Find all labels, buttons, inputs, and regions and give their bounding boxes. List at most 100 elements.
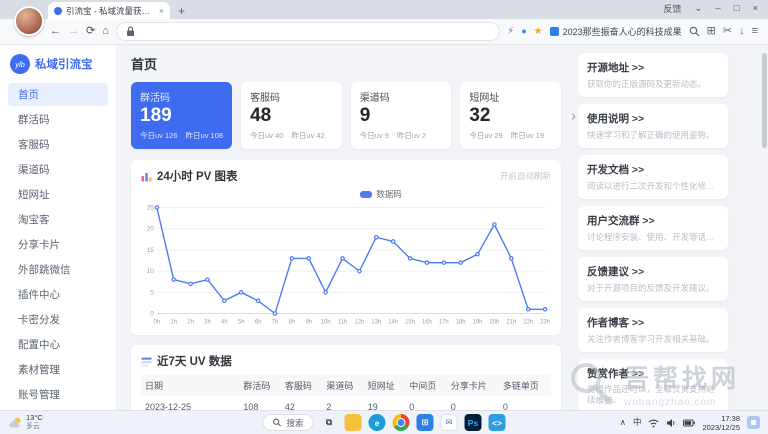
quick-link-card-2[interactable]: 开发文档 >> 阅读以进行二次开发和个性化修改。 <box>578 155 728 199</box>
pv-data-point <box>154 205 160 210</box>
tab-title: 引流宝 - 私域流量获取与维护... <box>66 5 155 16</box>
pv-data-point <box>306 256 312 261</box>
store-icon[interactable]: ⊞ <box>416 414 434 431</box>
chevron-down-icon[interactable]: ⌄ <box>694 4 702 14</box>
quick-links-panel: 开源地址 >> 获取你的正版源码及更新动态。 使用说明 >> 快速学习和了解正确的使用… <box>578 53 728 410</box>
photoshop-icon[interactable]: Ps <box>464 414 482 431</box>
chart-legend[interactable]: 数据码 <box>211 188 551 200</box>
quick-link-card-4[interactable]: 反馈建议 >> 对于开源项目的反馈及开发建议。 <box>578 257 728 301</box>
sidebar-item-5[interactable]: 淘宝客 <box>8 208 108 231</box>
stat-card-1[interactable]: 客服码 48 今日uv 40 昨日uv 42 <box>241 82 342 149</box>
quick-link-desc: 快速学习和了解正确的使用姿势。 <box>587 130 715 140</box>
edge-icon[interactable]: e <box>368 414 386 431</box>
pv-data-point <box>222 298 227 304</box>
back-icon[interactable]: ← <box>50 26 61 37</box>
clock[interactable]: 17:38 2023/12/25 <box>702 414 740 432</box>
uv-table: 日期 群活码 客服码 渠道码 短网址 中间页 分享卡片 多链单页 2023-12-25 108 4… <box>141 375 551 410</box>
star-extension-icon[interactable]: ★ <box>534 26 543 37</box>
page-scrollbar[interactable] <box>760 45 768 410</box>
sidebar-item-7[interactable]: 外部跳微信 <box>8 258 108 281</box>
menu-icon[interactable]: ≡ <box>752 26 758 37</box>
sidebar-item-12[interactable]: 账号管理 <box>8 383 108 406</box>
profile-avatar[interactable] <box>14 6 44 36</box>
stat-value: 9 <box>359 105 371 126</box>
battery-icon[interactable] <box>683 419 696 427</box>
pv-chart-svg: 0 5 10 15 20 25 0h 1h 2h 3h 4h 5h 6h 7h 8h 9h 10h 11h 12h 1… <box>147 205 550 326</box>
downloads-icon[interactable]: ↓ <box>739 26 745 37</box>
x-tick-label: 7h <box>272 319 279 325</box>
refresh-icon[interactable]: ⟳ <box>86 26 95 37</box>
quick-link-card-1[interactable]: 使用说明 >> 快速学习和了解正确的使用姿势。 <box>578 104 728 148</box>
weather-text: 13°C 多云 <box>26 414 43 431</box>
quick-link-desc: 阅读以进行二次开发和个性化修改。 <box>587 181 719 191</box>
quick-link-desc: 觉得作品还可以，全靠赞赏支持继续维护。 <box>587 384 715 406</box>
quick-link-card-3[interactable]: 用户交流群 >> 讨论程序安装、使用、开发等话题。 <box>578 206 728 250</box>
uv-cell: 42 <box>280 396 323 410</box>
sidebar-item-9[interactable]: 卡密分发 <box>8 308 108 331</box>
quick-link-card-5[interactable]: 作者博客 >> 关注作者博客学习开发相关基础。 <box>578 308 728 352</box>
window-close-button[interactable]: × <box>752 4 758 14</box>
carousel-next-icon[interactable]: › <box>571 107 576 124</box>
address-bar[interactable] <box>115 22 501 41</box>
chrome-icon[interactable] <box>392 414 410 431</box>
sidebar-item-6[interactable]: 分享卡片 <box>8 233 108 256</box>
file-explorer-icon[interactable] <box>344 414 362 431</box>
chart-action-link[interactable]: 开启自动刷新 <box>500 170 551 182</box>
lightning-extension-icon[interactable]: ⚡ <box>507 26 514 37</box>
y-tick-label: 10 <box>147 268 155 275</box>
weather-temp: 13°C <box>26 413 43 423</box>
blue-dot-extension-icon[interactable]: ● <box>521 27 526 36</box>
sidebar-item-0[interactable]: 首页 <box>8 83 108 106</box>
stat-card-0[interactable]: 群活码 189 今日uv 126 昨日uv 108 <box>131 82 233 149</box>
x-tick-label: 23h <box>540 319 550 325</box>
x-tick-label: 1h <box>170 319 177 325</box>
home-icon[interactable]: ⌂ <box>102 26 109 37</box>
search-icon[interactable] <box>689 26 700 37</box>
input-language-indicator[interactable]: 中 <box>633 418 642 427</box>
window-minimize-button[interactable]: – <box>715 4 720 14</box>
wifi-icon[interactable] <box>648 418 659 428</box>
browser-tab[interactable]: 引流宝 - 私域流量获取与维护... × <box>48 2 170 19</box>
taskbar-search[interactable]: 搜索 <box>262 414 314 431</box>
pv-data-point <box>357 268 362 274</box>
notification-icon[interactable] <box>747 416 760 429</box>
quick-link-card-6[interactable]: 赞赏作者 >> 觉得作品还可以，全靠赞赏支持继续维护。 <box>578 359 728 410</box>
pv-data-point <box>272 311 278 316</box>
scrollbar-thumb[interactable] <box>761 53 767 148</box>
sidebar-item-10[interactable]: 配置中心 <box>8 333 108 356</box>
new-tab-button[interactable]: + <box>178 5 185 17</box>
web-capture-icon[interactable]: ✂ <box>723 26 732 37</box>
stat-card-2[interactable]: 渠道码 9 今日uv 9 昨日uv 2 <box>350 82 452 149</box>
sidebar-item-4[interactable]: 短网址 <box>8 183 108 206</box>
stat-card-3[interactable]: 短网址 32 今日uv 29 昨日uv 19 <box>460 82 561 149</box>
vscode-icon[interactable]: <> <box>488 414 506 431</box>
task-view-icon[interactable]: ⧉ <box>321 414 338 431</box>
bookmark-item[interactable]: 2023那些振奋人心的科技成果 <box>549 25 682 38</box>
sidebar-item-8[interactable]: 插件中心 <box>8 283 108 306</box>
sidebar-item-3[interactable]: 渠道码 <box>8 158 108 181</box>
tab-favicon-icon <box>54 6 62 15</box>
quick-link-card-0[interactable]: 开源地址 >> 获取你的正版源码及更新动态。 <box>578 53 728 97</box>
mail-icon[interactable]: ✉ <box>440 414 458 431</box>
tray-expand-icon[interactable]: ∧ <box>620 418 626 427</box>
uv-column-header: 分享卡片 <box>446 375 499 396</box>
pv-data-point <box>373 234 379 240</box>
stat-value: 48 <box>250 105 272 126</box>
speaker-icon[interactable] <box>666 418 676 428</box>
tab-close-icon[interactable]: × <box>159 6 164 16</box>
stat-label: 群活码 <box>140 93 170 104</box>
uv-table-row-0: 2023-12-25 108 42 2 19 0 0 0 <box>141 396 551 410</box>
weather-desc: 多云 <box>26 422 40 430</box>
pv-data-point <box>238 290 244 295</box>
quick-link-desc: 对于开源项目的反馈及开发建议。 <box>587 283 715 293</box>
feedback-button[interactable]: 反馈 <box>663 2 681 15</box>
window-maximize-button[interactable]: □ <box>734 4 740 14</box>
forward-icon[interactable]: → <box>68 26 79 37</box>
sidebar-item-2[interactable]: 客服码 <box>8 133 108 156</box>
sidebar-item-11[interactable]: 素材管理 <box>8 358 108 381</box>
stats-row: 群活码 189 今日uv 126 昨日uv 108 客服码 48 今日uv 40 昨日uv 4… <box>131 82 576 149</box>
apps-grid-icon[interactable]: ⊞ <box>707 26 716 37</box>
uv-column-header: 客服码 <box>280 375 323 396</box>
sidebar-item-1[interactable]: 群活码 <box>8 108 108 131</box>
weather-widget[interactable]: 13°C 多云 <box>8 414 43 431</box>
